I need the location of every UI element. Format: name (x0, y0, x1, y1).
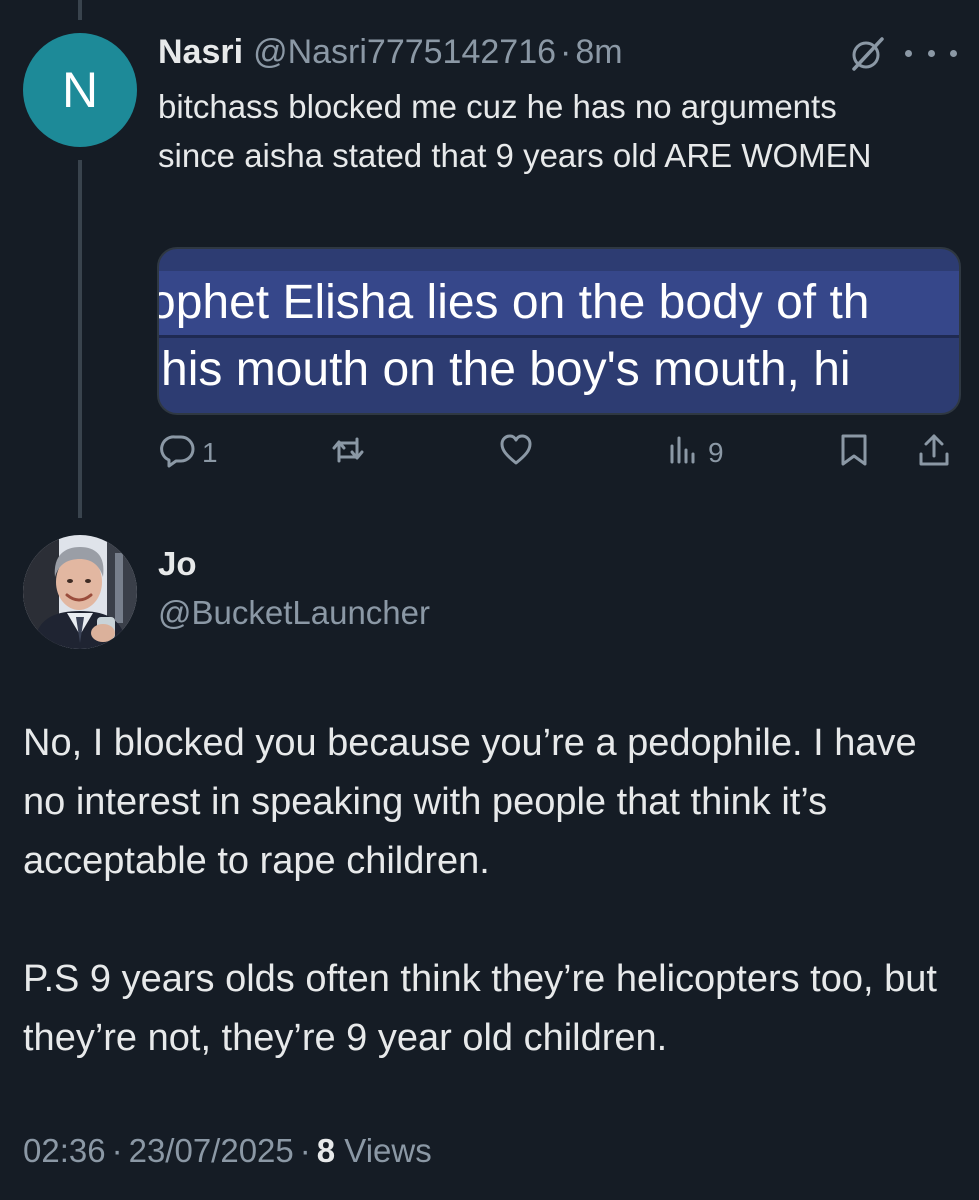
repost-icon (330, 432, 366, 475)
tweet-paragraph: No, I blocked you because you’re a pedop… (23, 722, 917, 882)
share-icon (916, 432, 952, 475)
views-count: 9 (708, 437, 724, 468)
tweet-time[interactable]: 02:36 (23, 1132, 106, 1169)
thread-connector-line (78, 160, 82, 518)
like-icon (498, 432, 534, 475)
media-caption-line: his mouth on the boy's mouth, hi (161, 343, 851, 396)
avatar[interactable] (23, 535, 137, 649)
more-icon[interactable] (905, 38, 957, 68)
separator: · (299, 1132, 311, 1169)
tweet-meta: 02:36 · 23/07/2025 · 8 Views (23, 1132, 432, 1170)
action-bar: 1 9 (158, 428, 958, 478)
reply-count: 1 (202, 437, 218, 468)
display-name[interactable]: Jo (158, 545, 197, 583)
views-button[interactable]: 9 (666, 428, 724, 478)
share-button[interactable] (916, 428, 952, 478)
grok-icon[interactable] (849, 36, 885, 72)
bookmark-icon (836, 432, 872, 475)
repost-button[interactable] (330, 428, 372, 478)
reply-icon (160, 432, 196, 475)
avatar-letter: N (61, 62, 99, 118)
separator: · (111, 1132, 123, 1169)
media-caption-line: ophet Elisha lies on the body of th (157, 276, 870, 329)
main-tweet-text: No, I blocked you because you’re a pedop… (23, 714, 968, 1068)
timestamp[interactable]: 8m (575, 33, 622, 72)
views-label: Views (344, 1132, 432, 1169)
tweet-date[interactable]: 23/07/2025 (129, 1132, 294, 1169)
display-name[interactable]: Nasri (158, 33, 243, 72)
views-count: 8 (316, 1132, 336, 1169)
user-handle[interactable]: @BucketLauncher (158, 594, 430, 632)
avatar[interactable]: N (23, 33, 137, 147)
media-image[interactable]: ophet Elisha lies on the body of th his … (157, 247, 961, 415)
user-handle[interactable]: @Nasri7775142716 (253, 33, 556, 72)
tweet-thread: N Nasri @Nasri7775142716 · 8m bitchass b… (0, 0, 979, 1200)
separator: · (560, 32, 572, 71)
bookmark-button[interactable] (836, 428, 872, 478)
thread-connector-line (78, 0, 82, 20)
like-button[interactable] (498, 428, 540, 478)
views-icon (666, 432, 702, 475)
tweet-paragraph: P.S 9 years olds often think they’re hel… (23, 958, 937, 1059)
reply-tweet-header: Nasri @Nasri7775142716 · 8m (158, 30, 623, 74)
reply-button[interactable]: 1 (160, 428, 218, 478)
reply-tweet-text: bitchass blocked me cuz he has no argume… (158, 88, 872, 174)
